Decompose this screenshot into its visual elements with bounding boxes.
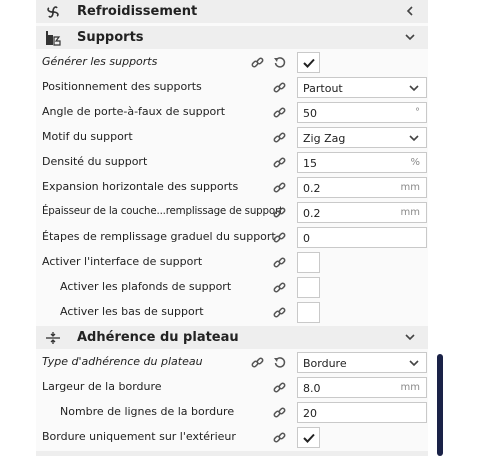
setting-gradual-support-steps: Étapes de remplissage graduel du support… xyxy=(36,225,428,250)
setting-label: Positionnement des supports xyxy=(42,80,202,93)
category-cooling[interactable]: Refroidissement xyxy=(36,0,428,23)
setting-label: Expansion horizontale des supports xyxy=(42,180,239,193)
unit-label: ° xyxy=(415,107,420,118)
category-support[interactable]: Supports xyxy=(36,26,428,49)
link-icon[interactable] xyxy=(272,305,286,319)
reset-icon[interactable] xyxy=(272,355,286,369)
link-icon[interactable] xyxy=(272,405,286,419)
setting-support-expansion: Expansion horizontale des supports 0.2 m… xyxy=(36,175,428,200)
setting-support-placement: Positionnement des supports Partout xyxy=(36,75,428,100)
support-placement-dropdown[interactable]: Partout xyxy=(297,77,427,98)
next-category-header xyxy=(36,451,428,456)
setting-label: Étapes de remplissage graduel du support xyxy=(42,230,276,243)
setting-support-bottom: Activer les bas de support xyxy=(36,300,428,325)
support-density-input[interactable]: 15 % xyxy=(297,152,427,173)
setting-label: Angle de porte-à-faux de support xyxy=(42,105,226,118)
category-title: Supports xyxy=(77,30,144,45)
input-value: 0.2 xyxy=(303,182,321,195)
support-bottom-checkbox[interactable] xyxy=(297,302,320,323)
link-icon[interactable] xyxy=(272,280,286,294)
chevron-down-icon[interactable] xyxy=(402,29,418,45)
setting-label: Activer les plafonds de support xyxy=(60,280,232,293)
chevron-down-icon[interactable] xyxy=(402,329,418,345)
dropdown-value: Partout xyxy=(303,82,343,95)
setting-label: Activer les bas de support xyxy=(60,305,204,318)
chevron-down-icon xyxy=(409,135,419,142)
setting-label: Nombre de lignes de la bordure xyxy=(60,405,235,418)
setting-support-pattern: Motif du support Zig Zag xyxy=(36,125,428,150)
brim-width-input[interactable]: 8.0 mm xyxy=(297,377,427,398)
setting-label: Motif du support xyxy=(42,130,133,143)
category-adhesion[interactable]: Adhérence du plateau xyxy=(36,326,428,349)
support-expansion-input[interactable]: 0.2 mm xyxy=(297,177,427,198)
setting-support-infill-thickness: Épaisseur de la couche...remplissage de … xyxy=(36,200,428,225)
support-infill-thickness-input[interactable]: 0.2 mm xyxy=(297,202,427,223)
support-interface-checkbox[interactable] xyxy=(297,252,320,273)
support-icon xyxy=(44,29,62,47)
support-pattern-dropdown[interactable]: Zig Zag xyxy=(297,127,427,148)
setting-label: Type d'adhérence du plateau xyxy=(42,355,203,368)
setting-label: Activer l'interface de support xyxy=(42,255,203,268)
reset-icon[interactable] xyxy=(272,55,286,69)
link-icon[interactable] xyxy=(250,55,264,69)
checkmark-icon xyxy=(302,58,315,68)
link-icon[interactable] xyxy=(272,205,286,219)
setting-label: Bordure uniquement sur l'extérieur xyxy=(42,430,236,443)
dropdown-value: Bordure xyxy=(303,357,347,370)
setting-support-angle: Angle de porte-à-faux de support 50 ° xyxy=(36,100,428,125)
setting-support-density: Densité du support 15 % xyxy=(36,150,428,175)
chevron-down-icon xyxy=(409,360,419,367)
link-icon[interactable] xyxy=(272,380,286,394)
chevron-down-icon xyxy=(409,85,419,92)
link-icon[interactable] xyxy=(272,230,286,244)
input-value: 20 xyxy=(303,407,317,420)
scrollbar-thumb[interactable] xyxy=(437,354,443,456)
adhesion-type-dropdown[interactable]: Bordure xyxy=(297,352,427,373)
link-icon[interactable] xyxy=(272,180,286,194)
unit-label: mm xyxy=(400,382,420,393)
input-value: 0 xyxy=(303,232,310,245)
unit-label: mm xyxy=(400,207,420,218)
link-icon[interactable] xyxy=(272,155,286,169)
unit-label: % xyxy=(410,157,420,168)
brim-outside-checkbox[interactable] xyxy=(297,427,320,448)
input-value: 8.0 xyxy=(303,382,321,395)
input-value: 15 xyxy=(303,157,317,170)
setting-generate-support: Générer les supports xyxy=(36,50,428,75)
chevron-left-icon[interactable] xyxy=(402,3,418,19)
link-icon[interactable] xyxy=(272,80,286,94)
unit-label: mm xyxy=(400,182,420,193)
setting-label: Densité du support xyxy=(42,155,148,168)
setting-brim-width: Largeur de la bordure 8.0 mm xyxy=(36,375,428,400)
link-icon[interactable] xyxy=(272,130,286,144)
support-angle-input[interactable]: 50 ° xyxy=(297,102,427,123)
support-roof-checkbox[interactable] xyxy=(297,277,320,298)
fan-icon xyxy=(44,3,62,21)
brim-line-count-input[interactable]: 20 xyxy=(297,402,427,423)
adhesion-icon xyxy=(44,329,62,347)
setting-label: Largeur de la bordure xyxy=(42,380,162,393)
generate-support-checkbox[interactable] xyxy=(297,52,320,73)
link-icon[interactable] xyxy=(272,105,286,119)
link-icon[interactable] xyxy=(272,430,286,444)
gradual-steps-input[interactable]: 0 xyxy=(297,227,427,248)
setting-label: Générer les supports xyxy=(42,55,158,68)
setting-adhesion-type: Type d'adhérence du plateau Bordure xyxy=(36,350,428,375)
input-value: 0.2 xyxy=(303,207,321,220)
setting-support-roof: Activer les plafonds de support xyxy=(36,275,428,300)
input-value: 50 xyxy=(303,107,317,120)
link-icon[interactable] xyxy=(250,355,264,369)
setting-support-interface: Activer l'interface de support xyxy=(36,250,428,275)
setting-brim-line-count: Nombre de lignes de la bordure 20 xyxy=(36,400,428,425)
setting-brim-outside-only: Bordure uniquement sur l'extérieur xyxy=(36,425,428,450)
category-title: Adhérence du plateau xyxy=(77,330,239,345)
checkmark-icon xyxy=(302,433,315,443)
category-title: Refroidissement xyxy=(77,4,198,19)
setting-label: Épaisseur de la couche...remplissage de … xyxy=(42,205,283,217)
dropdown-value: Zig Zag xyxy=(303,132,346,145)
link-icon[interactable] xyxy=(272,255,286,269)
